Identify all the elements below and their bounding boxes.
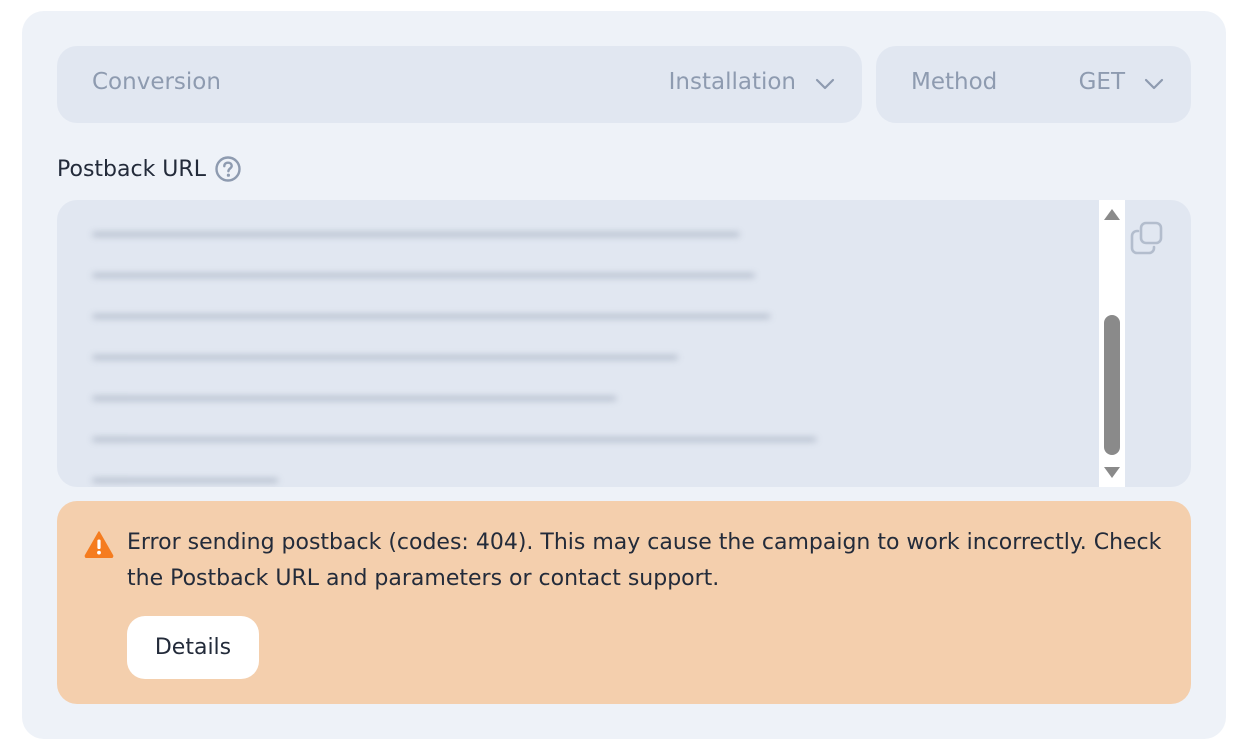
url-scrollbar[interactable]	[1099, 200, 1125, 487]
conversion-value: Installation	[668, 69, 796, 95]
postback-url-field[interactable]: ▁▁▁▁▁▁▁▁▁▁▁▁▁▁▁▁▁▁▁▁▁▁▁▁▁▁▁▁▁▁▁▁▁▁▁▁▁▁▁▁…	[57, 200, 1191, 487]
method-select[interactable]: Method GET	[876, 46, 1191, 123]
scroll-up-icon[interactable]	[1104, 209, 1120, 220]
chevron-down-icon	[1144, 78, 1164, 90]
postback-url-label: Postback URL	[57, 155, 242, 183]
method-value: GET	[1078, 69, 1125, 95]
conversion-label: Conversion	[92, 69, 221, 95]
details-button[interactable]: Details	[127, 616, 259, 679]
scrollbar-thumb[interactable]	[1104, 315, 1120, 455]
help-icon[interactable]	[214, 155, 242, 183]
postback-url-label-text: Postback URL	[57, 156, 206, 182]
postback-settings-card: Conversion Installation Method GET Postb…	[22, 11, 1226, 739]
method-label: Method	[911, 69, 998, 95]
error-message: Error sending postback (codes: 404). Thi…	[127, 530, 1162, 591]
scroll-down-icon[interactable]	[1104, 467, 1120, 478]
warning-icon	[84, 531, 114, 558]
postback-url-text-redacted: ▁▁▁▁▁▁▁▁▁▁▁▁▁▁▁▁▁▁▁▁▁▁▁▁▁▁▁▁▁▁▁▁▁▁▁▁▁▁▁▁…	[93, 212, 816, 482]
conversion-select[interactable]: Conversion Installation	[57, 46, 862, 123]
error-alert: Error sending postback (codes: 404). Thi…	[57, 501, 1191, 704]
chevron-down-icon	[815, 78, 835, 90]
copy-icon[interactable]	[1129, 220, 1165, 256]
